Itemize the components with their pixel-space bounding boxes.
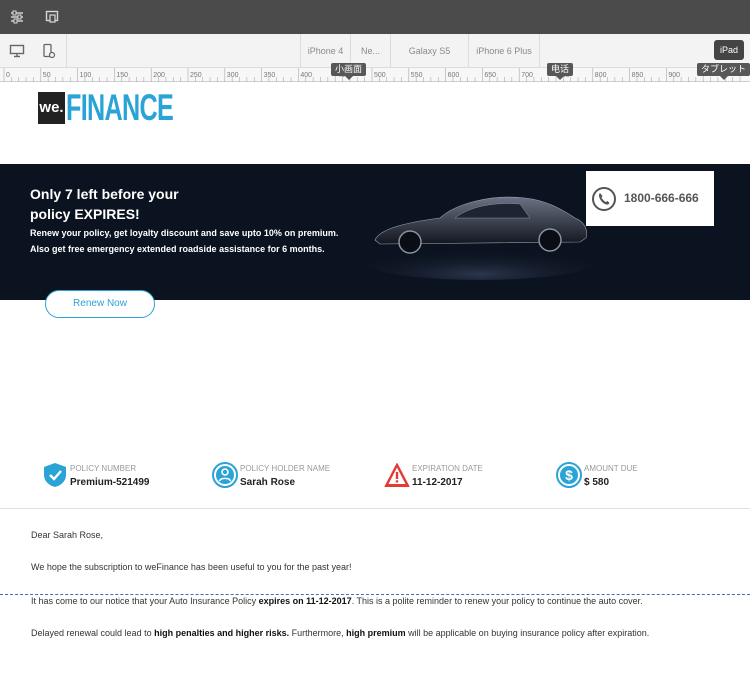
top-toolbar: [0, 0, 750, 34]
text-run: It has come to our notice that your Auto…: [31, 596, 259, 606]
text-run-bold: expires on 11-12-2017: [258, 596, 352, 606]
ruler-label: 850: [632, 72, 644, 79]
info-label: POLICY HOLDER NAME: [240, 464, 331, 473]
info-value: Sarah Rose: [240, 477, 296, 488]
ruler-label: 500: [374, 72, 386, 79]
ruler-label: 50: [43, 72, 51, 79]
desktop-icon[interactable]: [9, 43, 25, 59]
banner-line-2: Also get free emergency extended roadsid…: [30, 244, 325, 254]
breakpoint-small-screen[interactable]: 小画面: [331, 63, 367, 80]
banner-heading: Only 7 left before your policy EXPIRES!: [30, 186, 179, 222]
shield-icon: [44, 463, 66, 487]
ruler-label: 150: [116, 72, 128, 79]
info-value: Premium-521499: [70, 477, 150, 488]
ruler-label: 0: [6, 72, 10, 79]
emulator-icon[interactable]: [44, 9, 60, 25]
car-image: [360, 196, 600, 280]
ruler-label: 250: [190, 72, 202, 79]
warning-icon: [384, 463, 410, 487]
ruler-label: 900: [668, 72, 680, 79]
banner-line-1: Renew your policy, get loyalty discount …: [30, 228, 339, 238]
ruler-label: 600: [448, 72, 460, 79]
text-run: . This is a polite reminder to renew you…: [351, 596, 643, 606]
fold-guide-line: [0, 594, 750, 595]
letter-paragraph-1: We hope the subscription to weFinance ha…: [31, 562, 352, 572]
renew-now-button[interactable]: Renew Now: [45, 290, 155, 318]
ruler: 0501001502002503003504004505005506006507…: [0, 68, 750, 82]
svg-text:$: $: [565, 467, 573, 483]
breakpoint-tablet[interactable]: タブレット: [697, 63, 750, 80]
mobile-settings-icon[interactable]: [40, 43, 56, 59]
ruler-ticks: 0501001502002503003504004505005506006507…: [3, 68, 741, 82]
phone-icon: [592, 187, 616, 211]
logo-we: we.: [38, 92, 65, 124]
breakpoint-phone[interactable]: 电话: [547, 63, 574, 80]
text-run: Furthermore,: [289, 628, 347, 638]
text-run: Delayed renewal could lead to: [31, 628, 155, 638]
ruler-label: 650: [484, 72, 496, 79]
text-run: will be applicable on buying insurance p…: [405, 628, 650, 638]
device-ipad-button[interactable]: iPad: [714, 40, 744, 60]
dollar-icon: $: [556, 462, 582, 488]
logo-finance: FINANCE: [66, 87, 174, 128]
info-value: $ 580: [584, 477, 610, 488]
letter-paragraph-3: Delayed renewal could lead to high penal…: [31, 628, 649, 638]
text-run-bold: high premium: [346, 628, 406, 638]
device-iphone6plus[interactable]: iPhone 6 Plus: [468, 34, 540, 68]
device-bar: iPhone 4 Ne... Galaxy S5 iPhone 6 Plus: [0, 34, 750, 68]
info-label: POLICY NUMBER: [70, 464, 137, 473]
info-value: 11-12-2017: [412, 477, 463, 488]
ruler-label: 100: [80, 72, 92, 79]
ruler-label: 200: [153, 72, 165, 79]
info-label: AMOUNT DUE: [584, 464, 638, 473]
info-label: EXPIRATION DATE: [412, 464, 483, 473]
ruler-label: 700: [521, 72, 533, 79]
device-divider: [66, 34, 67, 68]
device-galaxy-s5[interactable]: Galaxy S5: [390, 34, 468, 68]
user-icon: [212, 462, 238, 488]
letter-paragraph-2: It has come to our notice that your Auto…: [31, 596, 643, 606]
ruler-label: 550: [411, 72, 423, 79]
promo-banner: Only 7 left before your policy EXPIRES! …: [0, 164, 750, 300]
ruler-label: 800: [595, 72, 607, 79]
page-canvas: we. FINANCE Only 7 left before your poli…: [0, 82, 750, 676]
letter-greeting: Dear Sarah Rose,: [31, 530, 104, 540]
phone-callout[interactable]: 1800-666-666: [586, 171, 714, 226]
ruler-label: 350: [264, 72, 276, 79]
text-run-bold: high penalties and higher risks.: [154, 628, 290, 638]
ruler-label: 400: [300, 72, 312, 79]
sliders-icon[interactable]: [9, 9, 25, 25]
section-divider: [0, 508, 750, 509]
ruler-label: 300: [227, 72, 239, 79]
phone-number: 1800-666-666: [624, 191, 699, 205]
